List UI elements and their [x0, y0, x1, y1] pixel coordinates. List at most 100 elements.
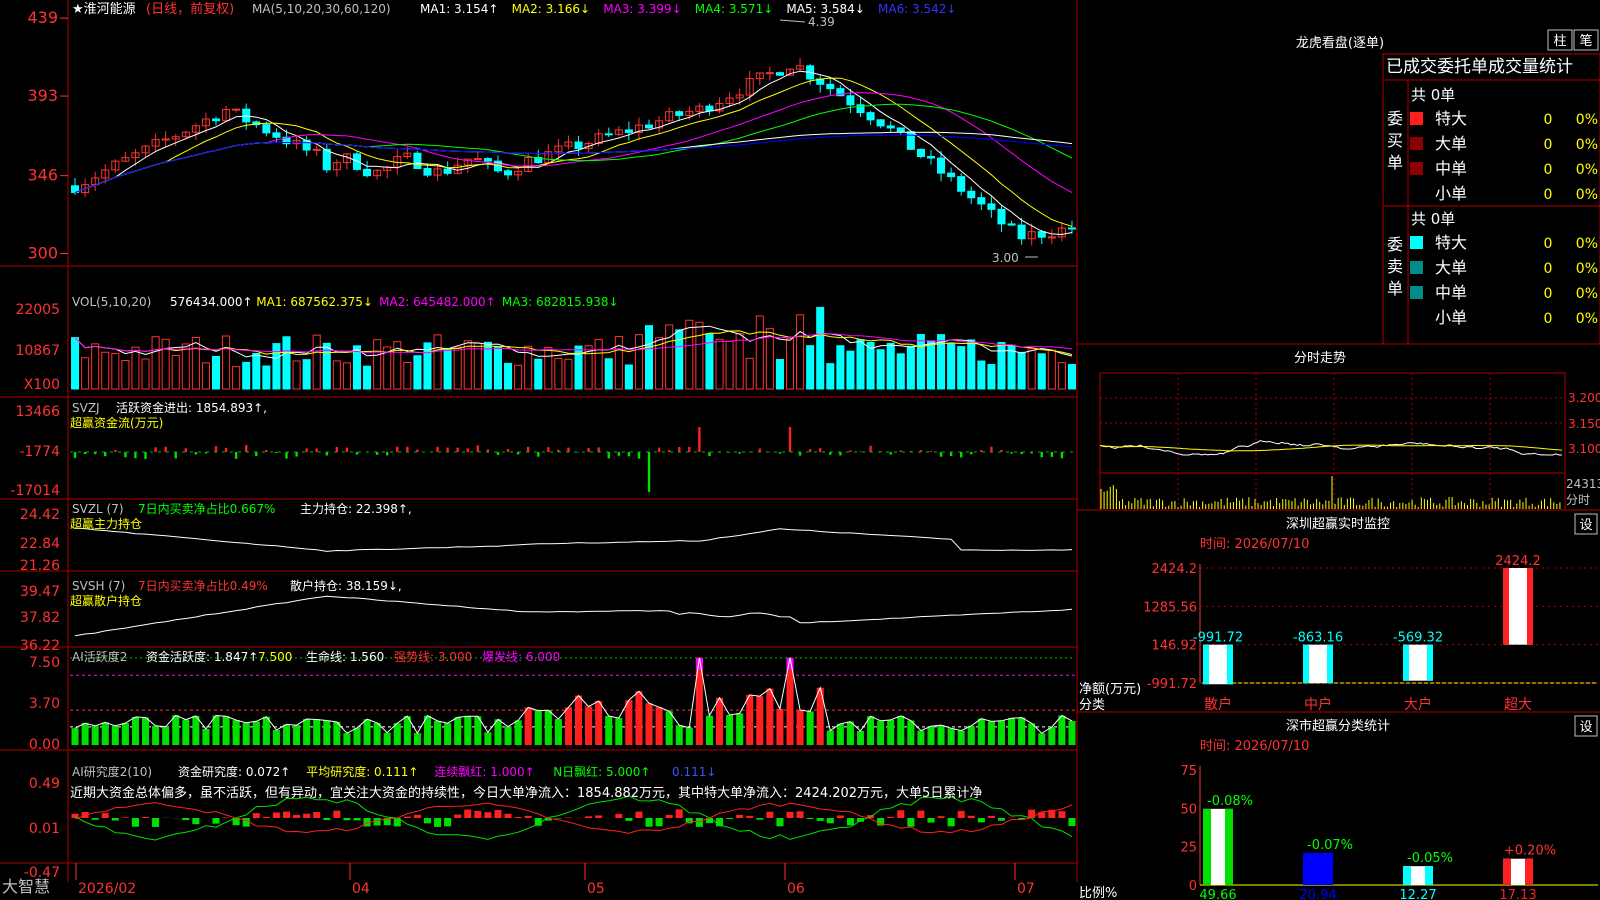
- ai1-value-4: 爆发线: 6.000: [482, 649, 560, 664]
- volume-bar: [161, 338, 170, 390]
- volume-bar: [634, 334, 643, 390]
- research-bar: [726, 818, 734, 819]
- svzj-ytick: -17014: [10, 483, 60, 499]
- flow-bar: [899, 450, 902, 452]
- research-bar: [252, 813, 260, 818]
- research-bar: [222, 817, 230, 818]
- research-bar: [635, 811, 643, 818]
- side-label: 单: [1387, 279, 1403, 298]
- volume-bar: [1007, 344, 1016, 390]
- research-bar: [192, 818, 200, 825]
- order-row-count: 0: [1544, 162, 1553, 178]
- high-pointer: [779, 19, 806, 23]
- order-color-swatch: [1410, 162, 1423, 175]
- volume-bar: [191, 336, 200, 390]
- flow-bar: [526, 446, 530, 452]
- activity-bar: [413, 733, 421, 745]
- order-row-count: 0: [1544, 112, 1553, 128]
- candle-body: [765, 72, 774, 75]
- volume-bar: [866, 341, 875, 390]
- activity-bar: [826, 730, 834, 745]
- research-bar: [454, 814, 462, 818]
- volume-bar: [302, 359, 311, 390]
- bar-value: -991.72: [1193, 631, 1243, 646]
- activity-bar: [746, 694, 754, 745]
- flow-bar: [335, 446, 339, 452]
- volume-bar: [836, 345, 845, 390]
- research-bar: [645, 818, 653, 827]
- flow-bar: [496, 452, 500, 456]
- ai2-value-0: 资金研究度: 0.072↑: [178, 764, 290, 779]
- volume-bar: [473, 342, 482, 390]
- flow-bar: [144, 452, 147, 459]
- candle-body: [443, 168, 452, 174]
- activity-bar: [1058, 715, 1066, 745]
- volume-bar: [91, 343, 100, 390]
- volume-bar: [413, 355, 422, 390]
- volume-bar: [796, 314, 805, 390]
- activity-bar: [252, 721, 260, 745]
- candle-body: [866, 112, 875, 121]
- research-bar: [1068, 818, 1076, 827]
- ai1-value-1: 7.500: [258, 650, 292, 664]
- research-bar: [282, 811, 291, 818]
- volume-bar: [292, 360, 301, 390]
- flow-bar: [798, 452, 802, 456]
- activity-bar: [182, 719, 190, 745]
- flow-bar: [436, 446, 439, 452]
- research-bar: [625, 818, 633, 821]
- volume-bar: [886, 342, 895, 390]
- research-bar: [142, 816, 150, 818]
- vol-ytick: X100: [24, 377, 60, 393]
- ai1-label: AI活跃度2: [72, 649, 127, 664]
- order-row-count: 0: [1544, 236, 1553, 252]
- ma-params: MA(5,10,20,30,60,120): [252, 2, 391, 16]
- ytick-label: 346: [27, 166, 58, 185]
- volume-bar: [222, 335, 231, 390]
- activity-bar: [575, 695, 583, 745]
- side-label: 委: [1387, 235, 1403, 254]
- candle-body: [574, 141, 583, 150]
- research-bar: [947, 818, 955, 827]
- flow-bar: [1010, 452, 1013, 454]
- activity-bar: [262, 716, 270, 745]
- order-row-pct: 0%: [1576, 187, 1598, 203]
- flow-bar: [224, 447, 228, 452]
- volume-bar: [755, 315, 764, 390]
- activity-bar: [272, 729, 280, 745]
- volume-bar: [745, 357, 754, 390]
- research-bar: [323, 818, 331, 821]
- activity-bar: [172, 715, 180, 745]
- x-label: 2026/02: [78, 881, 136, 897]
- volume-bar: [614, 336, 623, 390]
- vol-label: VOL(5,10,20): [72, 295, 151, 309]
- flow-bar: [476, 445, 480, 452]
- flow-bar: [214, 446, 218, 452]
- minute-vol-max: 24313: [1566, 477, 1600, 491]
- research-bar: [131, 818, 139, 827]
- activity-bar: [363, 719, 371, 745]
- order-row-pct: 0%: [1576, 236, 1598, 252]
- volume-bar: [1057, 362, 1066, 390]
- side-label: 买: [1387, 131, 1403, 150]
- low-annotation: 3.00: [992, 251, 1019, 265]
- activity-bar: [635, 691, 643, 745]
- candle-body: [1017, 224, 1026, 240]
- side-label: 卖: [1387, 257, 1403, 276]
- ai2-value-3: N日飘红: 5.000↑: [553, 764, 650, 779]
- candle-body: [937, 157, 946, 174]
- candle-body: [211, 118, 221, 122]
- volume-bar: [493, 346, 502, 390]
- activity-bar: [665, 711, 673, 745]
- activity-bar: [917, 730, 925, 745]
- volume-bar: [262, 365, 271, 390]
- research-bar: [655, 818, 663, 827]
- flow-bar: [1040, 452, 1043, 458]
- svzl-ytick: 21.26: [20, 558, 60, 574]
- ai1-ytick: 3.70: [29, 696, 60, 712]
- volume-bar: [131, 346, 140, 390]
- volume-bar: [624, 364, 633, 390]
- ai2-value-1: 平均研究度: 0.111↑: [306, 764, 418, 779]
- flow-bar: [688, 446, 691, 452]
- activity-bar: [1048, 726, 1056, 745]
